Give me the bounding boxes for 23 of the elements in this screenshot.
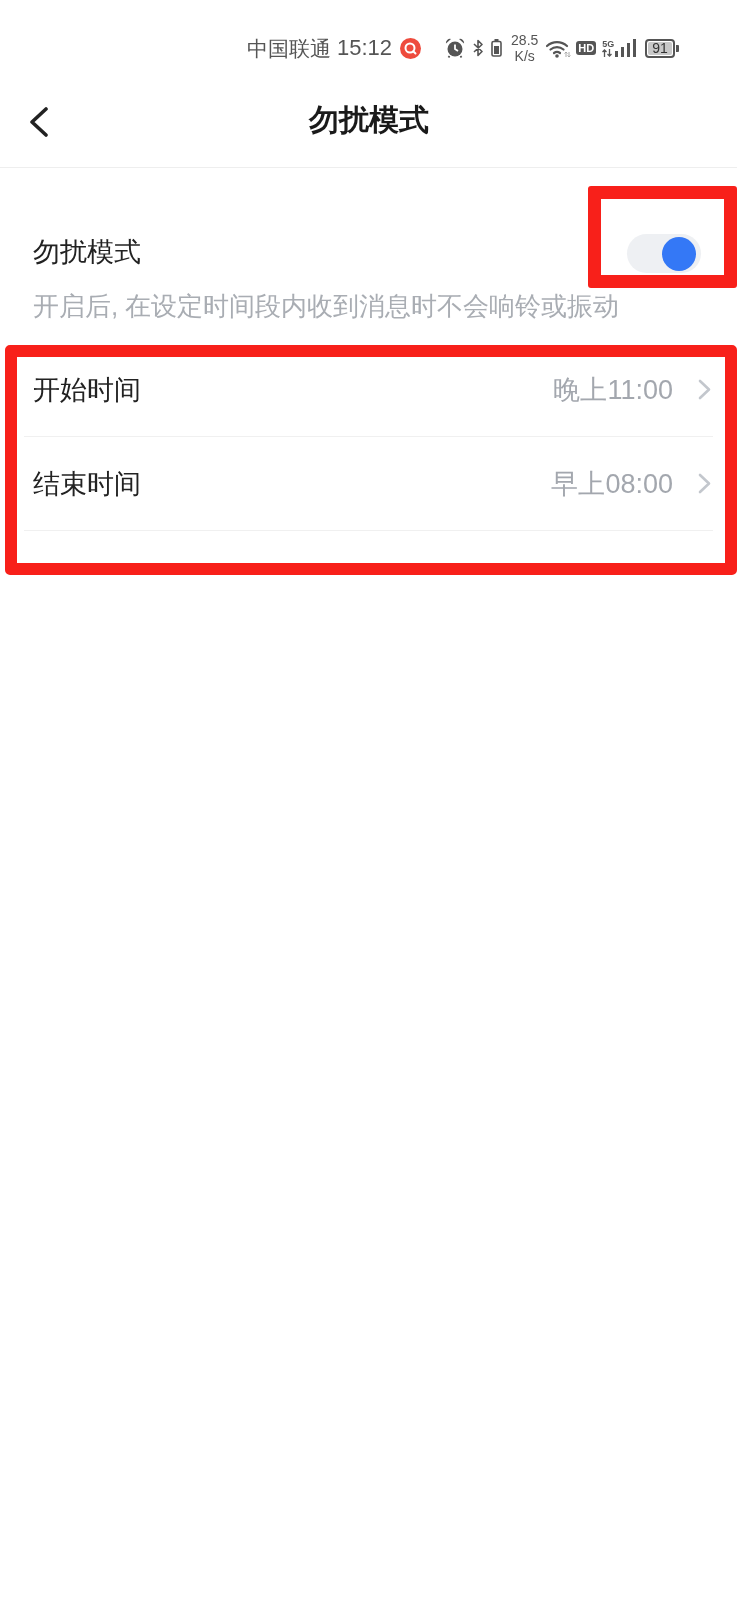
signal-bars-icon [615, 39, 638, 57]
page-title: 勿扰模式 [308, 104, 429, 135]
row-label: 结束时间 [33, 467, 141, 501]
back-icon[interactable] [29, 107, 49, 137]
battery-icon [491, 39, 503, 57]
network-type-label: 5G [602, 39, 615, 49]
time-value[interactable]: 早上08:00 [551, 466, 673, 501]
setting-label: 勿扰模式 [33, 235, 141, 269]
carrier-name: 中国联通 [247, 37, 331, 59]
hd-indicator: HD [576, 41, 597, 55]
status-time: 15:12 [337, 37, 393, 59]
search-icon [400, 37, 422, 59]
data-arrows-icon [602, 49, 613, 57]
alarm-clock-icon [445, 38, 466, 58]
wifi-icon [546, 38, 572, 58]
data-speed-value: 28.5 [511, 32, 539, 48]
data-speed-unit: K/s [514, 48, 535, 64]
toggle-switch[interactable] [627, 234, 701, 273]
time-value[interactable]: 晚上11:00 [553, 372, 673, 407]
bluetooth-icon [473, 39, 484, 57]
row-label: 开始时间 [33, 373, 141, 407]
battery-indicator: 91 [645, 38, 679, 58]
setting-description: 开启后, 在设定时间段内收到消息时不会响铃或振动 [33, 290, 621, 323]
